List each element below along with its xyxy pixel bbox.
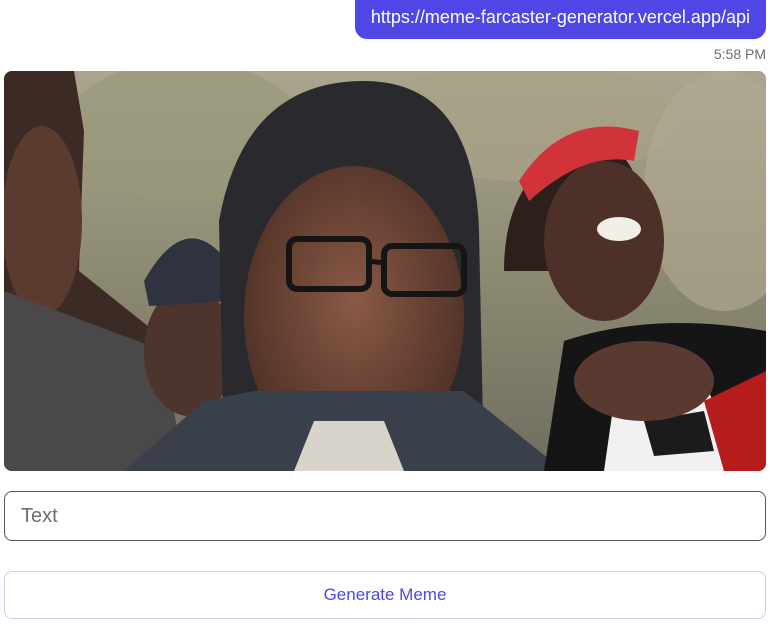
meme-frame-image bbox=[4, 71, 766, 471]
chat-message-view: https://meme-farcaster-generator.vercel.… bbox=[0, 0, 772, 630]
generate-meme-button[interactable]: Generate Meme bbox=[4, 571, 766, 619]
meme-text-input[interactable] bbox=[4, 491, 766, 541]
message-timestamp: 5:58 PM bbox=[713, 46, 766, 62]
frame-meme-image bbox=[4, 71, 766, 471]
url-message-bubble[interactable]: https://meme-farcaster-generator.vercel.… bbox=[354, 0, 766, 39]
